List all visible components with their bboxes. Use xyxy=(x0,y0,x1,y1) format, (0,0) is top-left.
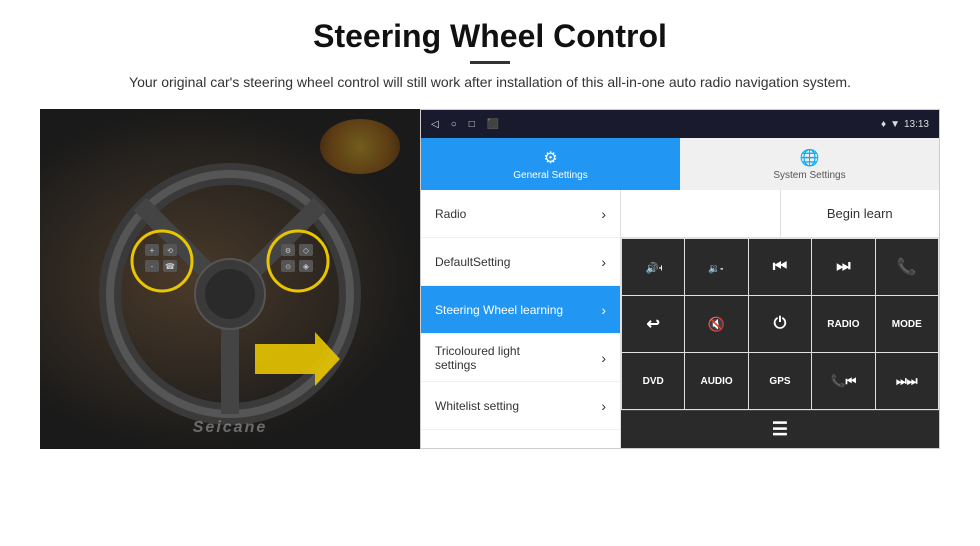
svg-text:⊙: ⊙ xyxy=(285,264,291,271)
status-bar-indicators: ♦ ▼ 13:13 xyxy=(881,119,929,130)
bottom-icon-button[interactable]: ☰ xyxy=(621,411,939,449)
begin-learn-button[interactable]: Begin learn xyxy=(781,190,940,237)
chevron-icon-radio: › xyxy=(601,206,606,222)
car-background: + ⟲ - ☎ ⚙ ◇ ⊙ ◈ xyxy=(40,109,420,449)
mode-button[interactable]: MODE xyxy=(876,296,938,352)
tab-system-label: System Settings xyxy=(773,170,845,181)
skip-back-button[interactable]: ⏭⏭ xyxy=(876,353,938,409)
svg-text:⚙: ⚙ xyxy=(285,247,291,255)
gps-button[interactable]: GPS xyxy=(749,353,811,409)
chevron-icon-steering: › xyxy=(601,302,606,318)
system-settings-icon: 🌐 xyxy=(800,148,820,168)
title-section: Steering Wheel Control Your original car… xyxy=(129,18,851,103)
menu-item-steering[interactable]: Steering Wheel learning › xyxy=(421,286,620,334)
svg-text:◇: ◇ xyxy=(303,246,310,255)
chevron-icon-tricolour: › xyxy=(601,350,606,366)
next-icon: ⏭ xyxy=(836,258,850,276)
title-divider xyxy=(470,61,510,64)
back-call-icon: ↩ xyxy=(646,314,659,334)
android-panel: ◁ ○ □ ⬛ ♦ ▼ 13:13 ⚙ General Settings xyxy=(420,109,940,449)
prev-icon: ⏮ xyxy=(773,258,787,276)
gps-label: GPS xyxy=(769,376,790,387)
tab-general-settings[interactable]: ⚙ General Settings xyxy=(421,138,680,190)
status-bar: ◁ ○ □ ⬛ ♦ ▼ 13:13 xyxy=(421,110,939,138)
location-icon: ♦ xyxy=(881,119,886,130)
menu-item-default[interactable]: DefaultSetting › xyxy=(421,238,620,286)
mute-icon: 🔇 xyxy=(708,316,725,333)
phone-prev-icon: 📞⏮ xyxy=(831,374,857,389)
bottom-icon: ☰ xyxy=(772,419,788,440)
menu-label-whitelist: Whitelist setting xyxy=(435,399,519,413)
clock: 13:13 xyxy=(904,119,929,130)
phone-button[interactable]: 📞 xyxy=(876,239,938,295)
radio-button[interactable]: RADIO xyxy=(812,296,874,352)
chevron-icon-default: › xyxy=(601,254,606,270)
svg-text:🔉-: 🔉- xyxy=(708,264,723,275)
radio-label: RADIO xyxy=(827,319,859,330)
begin-learn-left-empty xyxy=(621,190,781,237)
button-grid: 🔊+ 🔉- ⏮ ⏭ 📞 xyxy=(621,238,939,410)
mute-button[interactable]: 🔇 xyxy=(685,296,747,352)
power-icon: ⏻ xyxy=(774,315,787,333)
car-image-panel: + ⟲ - ☎ ⚙ ◇ ⊙ ◈ xyxy=(40,109,420,449)
status-bar-nav: ◁ ○ □ ⬛ xyxy=(431,119,499,130)
page-title: Steering Wheel Control xyxy=(129,18,851,55)
menu-item-tricolour[interactable]: Tricoloured lightsettings › xyxy=(421,334,620,382)
tab-system-settings[interactable]: 🌐 System Settings xyxy=(680,138,939,190)
begin-learn-row: Begin learn xyxy=(621,190,939,238)
svg-text:☎: ☎ xyxy=(165,262,175,271)
home-nav-icon[interactable]: ○ xyxy=(451,119,457,130)
next-track-button[interactable]: ⏭ xyxy=(812,239,874,295)
content-area: + ⟲ - ☎ ⚙ ◇ ⊙ ◈ xyxy=(40,109,940,449)
menu-list: Radio › DefaultSetting › Steering Wheel … xyxy=(421,190,621,448)
power-button[interactable]: ⏻ xyxy=(749,296,811,352)
svg-text:-: - xyxy=(151,262,154,271)
menu-area: Radio › DefaultSetting › Steering Wheel … xyxy=(421,190,939,448)
skip-back-icon: ⏭⏭ xyxy=(896,374,918,389)
watermark: Seicane xyxy=(193,419,267,437)
back-nav-icon[interactable]: ◁ xyxy=(431,119,439,130)
audio-button[interactable]: AUDIO xyxy=(685,353,747,409)
svg-text:+: + xyxy=(150,246,155,255)
phone-icon: 📞 xyxy=(897,257,917,277)
bottom-row: ☰ xyxy=(621,410,939,448)
audio-label: AUDIO xyxy=(700,376,732,387)
vol-down-button[interactable]: 🔉- xyxy=(685,239,747,295)
general-settings-icon: ⚙ xyxy=(543,148,557,168)
steering-wheel-svg: + ⟲ - ☎ ⚙ ◇ ⊙ ◈ xyxy=(80,149,380,429)
signal-icon: ▼ xyxy=(890,119,900,130)
menu-label-tricolour: Tricoloured lightsettings xyxy=(435,344,520,372)
dvd-button[interactable]: DVD xyxy=(622,353,684,409)
recent-nav-icon[interactable]: □ xyxy=(469,119,475,130)
tab-bar: ⚙ General Settings 🌐 System Settings xyxy=(421,138,939,190)
chevron-icon-whitelist: › xyxy=(601,398,606,414)
page-container: Steering Wheel Control Your original car… xyxy=(0,0,980,546)
menu-label-steering: Steering Wheel learning xyxy=(435,303,563,317)
menu-item-whitelist[interactable]: Whitelist setting › xyxy=(421,382,620,430)
dvd-label: DVD xyxy=(643,376,664,387)
back-call-button[interactable]: ↩ xyxy=(622,296,684,352)
page-subtitle: Your original car's steering wheel contr… xyxy=(129,72,851,93)
vol-up-button[interactable]: 🔊+ xyxy=(622,239,684,295)
mode-label: MODE xyxy=(892,319,922,330)
control-panel: Begin learn 🔊+ 🔉- ⏮ xyxy=(621,190,939,448)
menu-item-radio[interactable]: Radio › xyxy=(421,190,620,238)
svg-text:🔊+: 🔊+ xyxy=(646,262,663,275)
tab-general-label: General Settings xyxy=(513,170,588,181)
svg-text:◈: ◈ xyxy=(303,262,310,271)
menu-nav-icon[interactable]: ⬛ xyxy=(487,119,499,130)
phone-prev-button[interactable]: 📞⏮ xyxy=(812,353,874,409)
menu-label-radio: Radio xyxy=(435,207,466,221)
menu-label-default: DefaultSetting xyxy=(435,255,510,269)
prev-track-button[interactable]: ⏮ xyxy=(749,239,811,295)
svg-text:⟲: ⟲ xyxy=(167,248,173,255)
